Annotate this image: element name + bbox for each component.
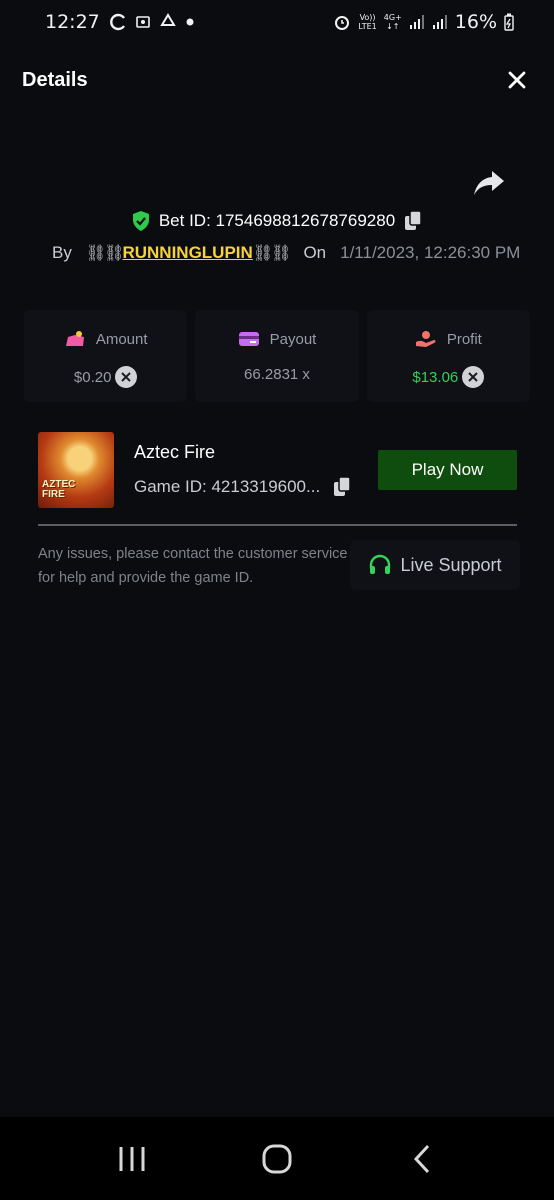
stat-payout: Payout 66.2831 x [195, 310, 359, 402]
details-header: Details [0, 55, 554, 105]
share-button[interactable] [472, 168, 506, 198]
volte-bottom: LTE1 [358, 22, 377, 31]
alarm-icon [335, 16, 350, 30]
volte-icon: Vo)) LTE1 [358, 13, 376, 31]
status-left-icons [109, 13, 194, 31]
close-icon [508, 71, 526, 89]
game-thumbnail[interactable]: AZTEC FIRE [38, 432, 114, 508]
back-icon [413, 1144, 429, 1173]
stat-amount-value-row: $0.20 [74, 366, 138, 388]
divider [38, 524, 517, 526]
stat-amount-head: Amount [64, 330, 148, 348]
copy-icon [334, 476, 351, 496]
thumbnail-title: AZTEC FIRE [42, 480, 75, 500]
status-time: 12:27 [45, 11, 100, 33]
stat-payout-label: Payout [269, 330, 317, 348]
sync-icon [109, 13, 125, 31]
by-label: By [52, 243, 72, 262]
headset-icon [370, 554, 391, 574]
bet-stats: Amount $0.20 Payout 66.2831 x Profit $13… [24, 310, 530, 402]
stat-payout-head: Payout [238, 330, 317, 348]
game-id-row: Game ID: 4213319600... [134, 476, 352, 498]
stat-profit-value: $13.06 [412, 368, 459, 386]
payout-card-icon [238, 332, 259, 346]
photo-icon [135, 16, 150, 28]
amount-icon [65, 331, 84, 346]
by-row: By ⛓⛓ RUNNINGLUPIN ⛓⛓ On 1/11/2023, 12:2… [52, 238, 520, 268]
live-support-label: Live Support [400, 554, 502, 575]
signal2-icon [432, 15, 447, 29]
status-bar: 12:27 Vo)) LTE1 4G+ ↓↑ 16% [0, 0, 554, 44]
network-type: 4G+ [383, 13, 402, 22]
bet-date: 1/11/2023, 12:26:30 PM [340, 243, 521, 262]
battery-icon [504, 13, 514, 31]
thumbnail-line2: FIRE [42, 489, 65, 500]
volte-top: Vo)) [359, 13, 376, 22]
stat-payout-value-row: 66.2831 x [244, 366, 310, 383]
status-right-icons: Vo)) LTE1 4G+ ↓↑ 16% [333, 11, 514, 33]
chain-left-icon: ⛓⛓ [85, 245, 125, 262]
recent-apps-button[interactable] [102, 1129, 162, 1189]
game-row: AZTEC FIRE Aztec Fire Game ID: 421331960… [38, 432, 518, 508]
coin-icon [115, 366, 138, 388]
page-title: Details [22, 68, 88, 91]
coin-icon [462, 366, 485, 388]
chain-right-icon: ⛓⛓ [252, 245, 292, 262]
battery-percent: 16% [454, 11, 497, 33]
4g-icon: 4G+ ↓↑ [384, 13, 402, 31]
system-navbar [0, 1117, 554, 1200]
dot-icon [186, 18, 194, 26]
game-name: Aztec Fire [134, 442, 216, 462]
stat-profit-head: Profit [415, 330, 482, 348]
arrows-icon: ↓↑ [386, 22, 400, 31]
stat-profit: Profit $13.06 [366, 310, 530, 402]
copy-icon [405, 210, 422, 230]
signal-icon [409, 15, 424, 29]
bet-id: Bet ID: 1754698812678769280 [158, 211, 396, 230]
stat-amount-value: $0.20 [73, 368, 112, 386]
live-support-button[interactable]: Live Support [350, 540, 520, 590]
user-link[interactable]: ⛓⛓ RUNNINGLUPIN ⛓⛓ [85, 243, 292, 263]
stat-amount-label: Amount [95, 330, 148, 348]
game-id: Game ID: 4213319600... [134, 477, 321, 496]
play-now-button[interactable]: Play Now [378, 450, 517, 490]
home-button[interactable] [247, 1129, 307, 1189]
stat-payout-value: 66.2831 x [244, 366, 310, 383]
copy-game-id-button[interactable] [332, 476, 352, 498]
close-button[interactable] [502, 65, 532, 95]
stat-profit-label: Profit [446, 330, 482, 348]
stat-profit-value-row: $13.06 [412, 366, 485, 388]
on-label: On [303, 243, 327, 262]
stat-amount: Amount $0.20 [24, 310, 188, 402]
username: RUNNINGLUPIN [122, 243, 253, 262]
back-button[interactable] [392, 1129, 452, 1189]
shield-check-icon [132, 211, 149, 231]
help-text: Any issues, please contact the customer … [38, 546, 348, 586]
recycle-icon [159, 13, 176, 26]
recent-apps-icon [119, 1146, 145, 1171]
profit-hand-icon [415, 331, 436, 347]
home-icon [262, 1144, 292, 1173]
share-icon [474, 171, 504, 195]
copy-bet-id-button[interactable] [403, 210, 423, 232]
bet-id-row: Bet ID: 1754698812678769280 [0, 206, 554, 236]
